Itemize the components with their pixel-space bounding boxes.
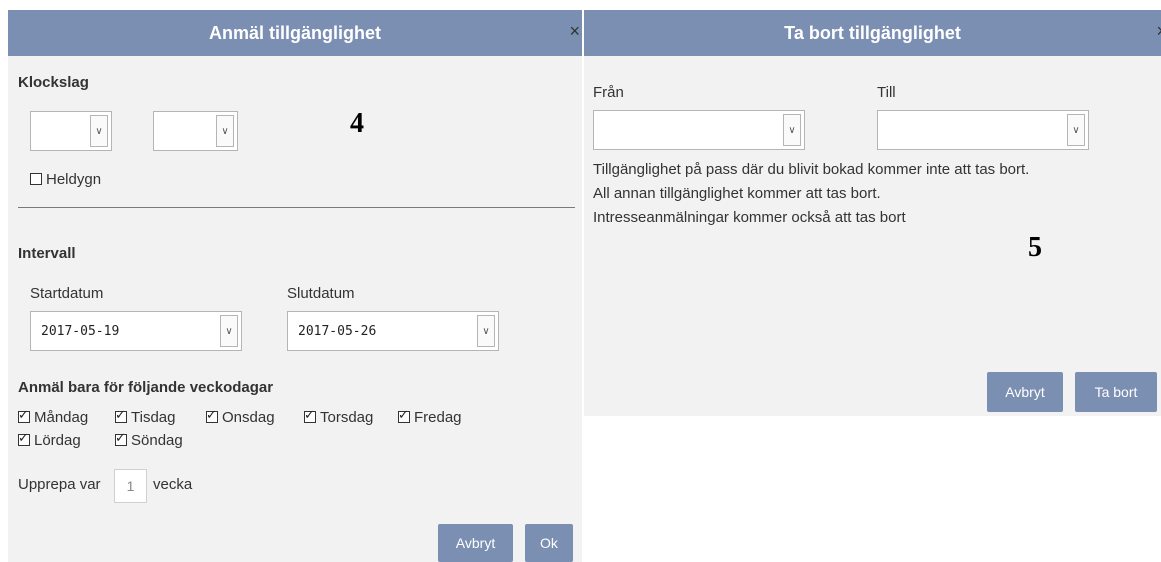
slutdatum-select[interactable]: 2017-05-26 ∨ xyxy=(287,311,499,351)
to-select[interactable]: ∨ xyxy=(877,110,1089,150)
checkbox-box[interactable]: ✓ xyxy=(115,431,127,446)
day-label: Måndag xyxy=(34,409,89,426)
from-select[interactable]: ∨ xyxy=(593,110,805,150)
checkbox-box[interactable]: ✓ xyxy=(304,408,316,423)
slutdatum-value: 2017-05-26 xyxy=(298,323,377,339)
check-icon: ✓ xyxy=(398,408,409,423)
cancel-button[interactable]: Avbryt xyxy=(987,372,1063,412)
info-line-3: Intresseanmälningar kommer också att tas… xyxy=(593,209,906,226)
klockslag-heading: Klockslag xyxy=(18,74,89,91)
dialog-titlebar: Anmäl tillgänglighet xyxy=(8,10,582,56)
chevron-down-icon: ∨ xyxy=(216,115,234,147)
day-checkbox-wednesday[interactable]: ✓ Onsdag xyxy=(206,408,275,426)
day-label: Fredag xyxy=(414,409,462,426)
chevron-down-icon: ∨ xyxy=(477,315,495,347)
to-label: Till xyxy=(877,84,896,101)
close-icon[interactable]: × xyxy=(1156,22,1161,40)
chevron-down-icon: ∨ xyxy=(220,315,238,347)
check-icon: ✓ xyxy=(115,408,126,423)
close-icon[interactable]: × xyxy=(569,22,580,40)
cancel-button[interactable]: Avbryt xyxy=(438,524,513,562)
time-to-select[interactable]: ∨ xyxy=(153,111,238,151)
info-line-2: All annan tillgänglighet kommer att tas … xyxy=(593,185,881,202)
startdatum-label: Startdatum xyxy=(30,285,104,302)
checkbox-box[interactable]: ✓ xyxy=(206,408,218,423)
info-message: Tillgänglighet på pass där du blivit bok… xyxy=(593,158,1153,230)
day-label: Söndag xyxy=(131,432,183,449)
day-label: Lördag xyxy=(34,432,81,449)
check-icon: ✓ xyxy=(18,431,29,446)
delete-button[interactable]: Ta bort xyxy=(1075,372,1157,412)
startdatum-select[interactable]: 2017-05-19 ∨ xyxy=(30,311,242,351)
annotation-number: 5 xyxy=(1028,232,1042,263)
divider xyxy=(18,207,575,208)
day-label: Torsdag xyxy=(320,409,374,426)
remove-availability-dialog: Ta bort tillgänglighet × Från Till ∨ ∨ T… xyxy=(584,10,1161,416)
checkbox-box[interactable]: ✓ xyxy=(115,408,127,423)
day-label: Onsdag xyxy=(222,409,275,426)
dialog-titlebar: Ta bort tillgänglighet xyxy=(584,10,1161,56)
checkbox-box[interactable]: ✓ xyxy=(18,431,30,446)
info-line-1: Tillgänglighet på pass där du blivit bok… xyxy=(593,161,1030,178)
chevron-down-icon: ∨ xyxy=(1067,114,1085,146)
day-checkbox-friday[interactable]: ✓ Fredag xyxy=(398,408,462,426)
annotation-number: 4 xyxy=(350,108,364,139)
day-checkbox-monday[interactable]: ✓ Måndag xyxy=(18,408,89,426)
ok-button[interactable]: Ok xyxy=(525,524,573,562)
checkbox-box[interactable]: ✓ xyxy=(18,408,30,423)
day-checkbox-thursday[interactable]: ✓ Torsdag xyxy=(304,408,374,426)
chevron-down-icon: ∨ xyxy=(783,114,801,146)
repeat-weeks-input[interactable]: 1 xyxy=(114,469,147,503)
add-availability-dialog: Anmäl tillgänglighet × Klockslag ∨ ∨ 4 H… xyxy=(8,10,582,562)
check-icon: ✓ xyxy=(115,431,126,446)
startdatum-value: 2017-05-19 xyxy=(41,323,120,339)
dialog-title: Ta bort tillgänglighet xyxy=(784,22,961,43)
from-label: Från xyxy=(593,84,624,101)
time-from-select[interactable]: ∨ xyxy=(30,111,112,151)
weekdays-heading: Anmäl bara för följande veckodagar xyxy=(18,379,274,396)
check-icon: ✓ xyxy=(206,408,217,423)
check-icon: ✓ xyxy=(304,408,315,423)
checkbox-box[interactable] xyxy=(30,173,42,185)
repeat-suffix: vecka xyxy=(153,476,193,493)
heldygn-label: Heldygn xyxy=(46,171,102,188)
heldygn-checkbox[interactable]: Heldygn xyxy=(30,171,101,188)
slutdatum-label: Slutdatum xyxy=(287,285,355,302)
checkbox-box[interactable]: ✓ xyxy=(398,408,410,423)
day-label: Tisdag xyxy=(131,409,176,426)
chevron-down-icon: ∨ xyxy=(90,115,108,147)
repeat-prefix: Upprepa var xyxy=(18,476,101,493)
intervall-heading: Intervall xyxy=(18,245,76,262)
day-checkbox-sunday[interactable]: ✓ Söndag xyxy=(115,431,183,449)
day-checkbox-tuesday[interactable]: ✓ Tisdag xyxy=(115,408,176,426)
check-icon: ✓ xyxy=(18,408,29,423)
day-checkbox-saturday[interactable]: ✓ Lördag xyxy=(18,431,81,449)
dialog-title: Anmäl tillgänglighet xyxy=(208,22,381,43)
